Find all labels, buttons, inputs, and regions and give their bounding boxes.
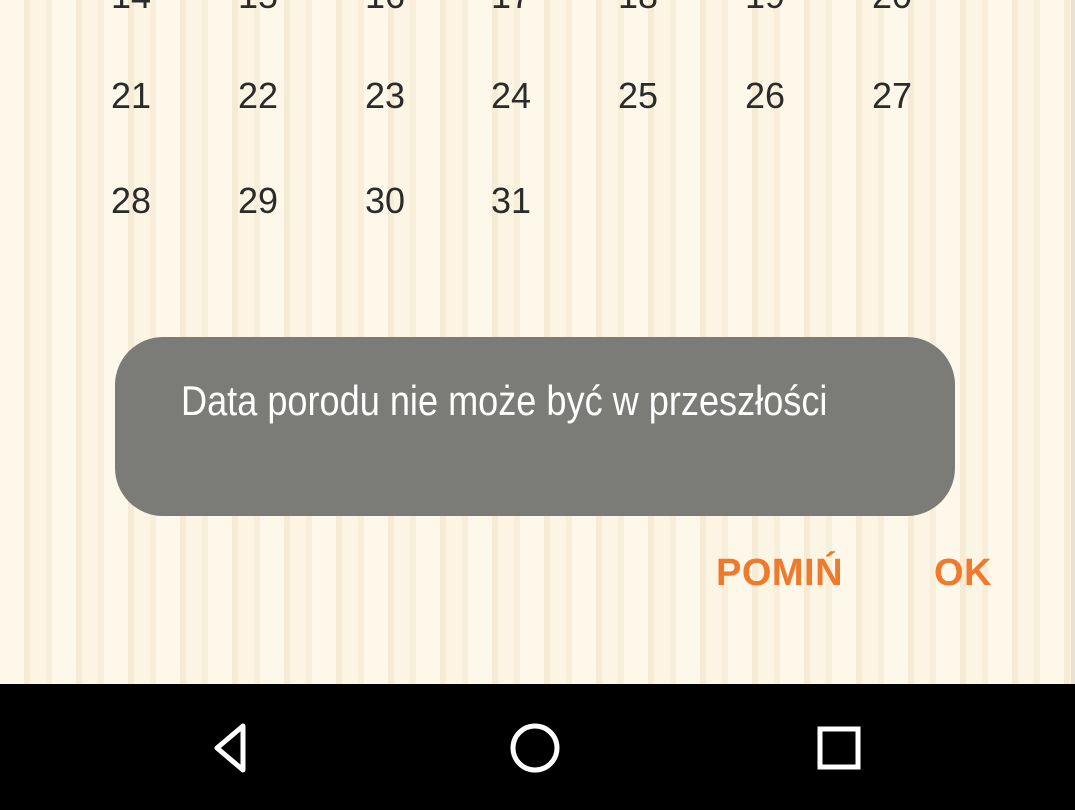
calendar-day[interactable]: 22 — [218, 66, 298, 126]
ok-button[interactable]: OK — [934, 548, 992, 598]
back-icon — [214, 723, 246, 773]
calendar-week-row: 28 29 30 31 — [0, 171, 1075, 231]
recents-icon — [817, 726, 861, 770]
back-button[interactable] — [193, 708, 273, 788]
navigation-bar — [0, 684, 1075, 810]
calendar-day[interactable]: 25 — [598, 66, 678, 126]
calendar-day[interactable]: 29 — [218, 171, 298, 231]
calendar-week-row: 14 15 16 17 18 19 20 — [0, 0, 1075, 26]
date-picker-dialog: 14 15 16 17 18 19 20 21 22 23 24 25 26 2… — [0, 0, 1075, 684]
calendar-day[interactable]: 31 — [471, 171, 551, 231]
calendar-day[interactable]: 14 — [91, 0, 171, 26]
calendar-day[interactable]: 24 — [471, 66, 551, 126]
calendar-day[interactable]: 26 — [725, 66, 805, 126]
skip-button[interactable]: POMIŃ — [716, 548, 843, 598]
calendar-day[interactable]: 20 — [852, 0, 932, 26]
home-icon — [510, 723, 560, 773]
toast-message: Data porodu nie może być w przeszłości — [115, 337, 955, 516]
calendar-day[interactable]: 28 — [91, 171, 171, 231]
calendar-day[interactable]: 19 — [725, 0, 805, 26]
calendar-day[interactable]: 27 — [852, 66, 932, 126]
toast-text: Data porodu nie może być w przeszłości — [181, 377, 828, 424]
dialog-edge — [1071, 0, 1075, 684]
calendar-day[interactable]: 17 — [471, 0, 551, 26]
screen: 14 15 16 17 18 19 20 21 22 23 24 25 26 2… — [0, 0, 1075, 810]
calendar-day[interactable]: 18 — [598, 0, 678, 26]
calendar-day[interactable]: 21 — [91, 66, 171, 126]
calendar-day[interactable]: 15 — [218, 0, 298, 26]
calendar-day[interactable]: 30 — [345, 171, 425, 231]
recents-button[interactable] — [799, 708, 879, 788]
calendar-day[interactable]: 23 — [345, 66, 425, 126]
calendar-day[interactable]: 16 — [345, 0, 425, 26]
home-button[interactable] — [495, 708, 575, 788]
calendar-week-row: 21 22 23 24 25 26 27 — [0, 66, 1075, 126]
